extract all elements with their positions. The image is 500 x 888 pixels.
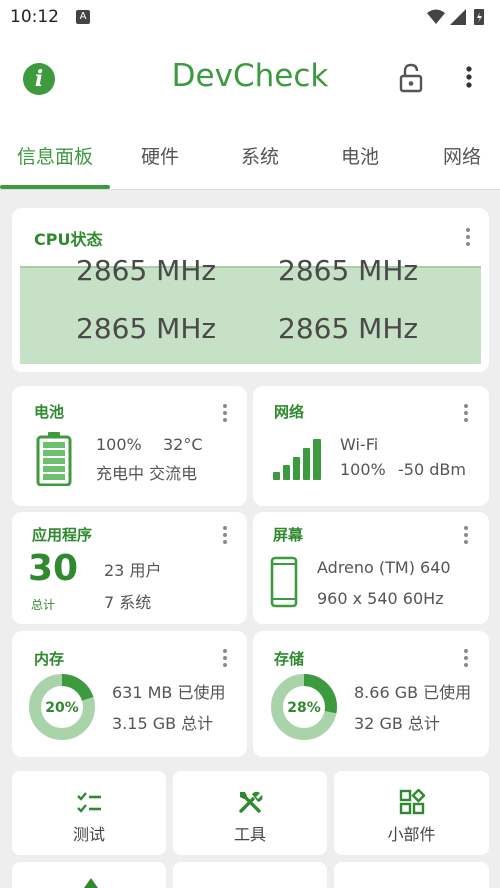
status-time: 10:12 (10, 7, 59, 27)
network-strength: 100% (340, 460, 386, 479)
next-row-button-1[interactable] (12, 862, 166, 888)
battery-level: 100% (96, 435, 142, 454)
wifi-icon (427, 9, 445, 24)
battery-card[interactable]: 电池 100% 32°C 充电中 交流电 (12, 386, 247, 506)
cpu-core-3-freq: 2865 MHz (278, 312, 419, 345)
storage-used: 8.66 GB 已使用 (354, 683, 472, 702)
apps-total-label: 总计 (31, 598, 56, 612)
battery-card-menu-icon[interactable] (222, 404, 228, 424)
network-dbm: -50 dBm (398, 460, 466, 479)
tools-button[interactable]: 工具 (173, 771, 327, 855)
battery-card-title: 电池 (34, 403, 65, 421)
apps-total-count: 30 (28, 548, 79, 589)
apps-card-title: 应用程序 (32, 526, 93, 544)
tab-system[interactable]: 系统 (210, 124, 310, 190)
memory-card-title: 内存 (34, 650, 65, 668)
tools-button-label: 工具 (233, 825, 266, 844)
lock-icon[interactable] (398, 63, 424, 93)
next-row-icon-1 (84, 878, 98, 888)
screen-gpu: Adreno (TM) 640 (317, 558, 451, 577)
cpu-core-2-freq: 2865 MHz (76, 312, 217, 345)
widgets-button-label: 小部件 (387, 825, 436, 844)
next-row-button-2[interactable] (173, 862, 423, 888)
app-bar: i DevCheck (0, 34, 500, 124)
tab-indicator (0, 185, 110, 189)
next-row-button-3[interactable] (334, 862, 489, 888)
phone-screen-icon (270, 556, 298, 608)
cpu-card-title: CPU状态 (34, 230, 103, 249)
storage-card-menu-icon[interactable] (463, 649, 469, 669)
tab-network[interactable]: 网络 (410, 124, 500, 190)
storage-total: 32 GB 总计 (354, 714, 440, 733)
memory-percent: 20% (45, 700, 79, 716)
apps-card-menu-icon[interactable] (222, 526, 228, 546)
memory-total: 3.15 GB 总计 (112, 714, 214, 733)
cpu-status-card[interactable]: CPU状态 2865 MHz 2865 MHz 2865 MHz 2865 MH… (12, 208, 489, 372)
apps-card[interactable]: 应用程序 30 总计 23 用户 7 系统 (12, 512, 247, 624)
memory-card-menu-icon[interactable] (222, 649, 228, 669)
tab-dashboard[interactable]: 信息面板 (0, 124, 110, 190)
screen-resolution: 960 x 540 60Hz (317, 589, 444, 608)
tools-icon (239, 791, 263, 813)
battery-charging-status: 充电中 交流电 (96, 464, 198, 483)
app-title: DevCheck (171, 58, 329, 94)
more-options-icon[interactable] (456, 62, 482, 92)
screen-card-menu-icon[interactable] (463, 526, 469, 546)
screen-card-title: 屏幕 (273, 526, 304, 544)
tests-button[interactable]: 测试 (12, 771, 166, 855)
widgets-button[interactable]: 小部件 (334, 771, 489, 855)
tab-bar: 信息面板 硬件 系统 电池 网络 (0, 124, 500, 190)
network-card-title: 网络 (274, 403, 305, 421)
tab-hardware[interactable]: 硬件 (110, 124, 210, 190)
memory-used: 631 MB 已使用 (112, 683, 226, 702)
status-bar: 10:12 A (0, 0, 500, 34)
battery-temp: 32°C (163, 435, 203, 454)
memory-card[interactable]: 内存 20% 631 MB 已使用 3.15 GB 总计 (12, 631, 247, 757)
network-card-menu-icon[interactable] (463, 404, 469, 424)
cpu-card-menu-icon[interactable] (465, 228, 471, 248)
network-type: Wi-Fi (340, 435, 379, 454)
widgets-icon (399, 789, 425, 815)
tab-battery[interactable]: 电池 (310, 124, 410, 190)
apps-user-count: 23 用户 (104, 561, 162, 580)
cpu-core-0-freq: 2865 MHz (76, 254, 217, 287)
checklist-icon (77, 792, 101, 813)
notification-icon: A (76, 10, 90, 24)
cpu-core-1-freq: 2865 MHz (278, 254, 419, 287)
storage-percent: 28% (287, 700, 321, 716)
tests-button-label: 测试 (72, 825, 105, 844)
status-icons (427, 9, 484, 25)
signal-strength-icon (273, 439, 321, 480)
battery-full-icon (36, 432, 72, 486)
signal-icon (450, 9, 466, 25)
apps-system-count: 7 系统 (104, 593, 152, 612)
screen-card[interactable]: 屏幕 Adreno (TM) 640 960 x 540 60Hz (253, 512, 489, 624)
storage-card-title: 存储 (274, 650, 305, 668)
network-card[interactable]: 网络 Wi-Fi 100% -50 dBm (253, 386, 489, 506)
storage-card[interactable]: 存储 28% 8.66 GB 已使用 32 GB 总计 (253, 631, 489, 757)
